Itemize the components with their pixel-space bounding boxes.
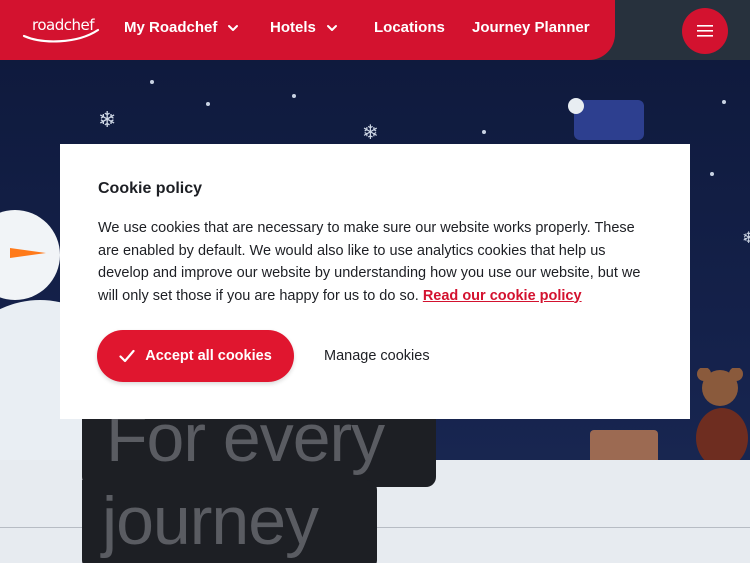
cookie-policy-link[interactable]: Read our cookie policy	[423, 288, 582, 304]
dialog-body: We use cookies that are necessary to mak…	[98, 217, 658, 307]
check-icon	[119, 349, 135, 363]
dialog-title: Cookie policy	[98, 180, 203, 197]
accept-button-label: Accept all cookies	[145, 348, 272, 364]
manage-cookies-button[interactable]: Manage cookies	[324, 330, 430, 382]
accept-all-cookies-button[interactable]: Accept all cookies	[97, 330, 294, 382]
cookie-policy-dialog: Cookie policy We use cookies that are ne…	[60, 144, 690, 419]
